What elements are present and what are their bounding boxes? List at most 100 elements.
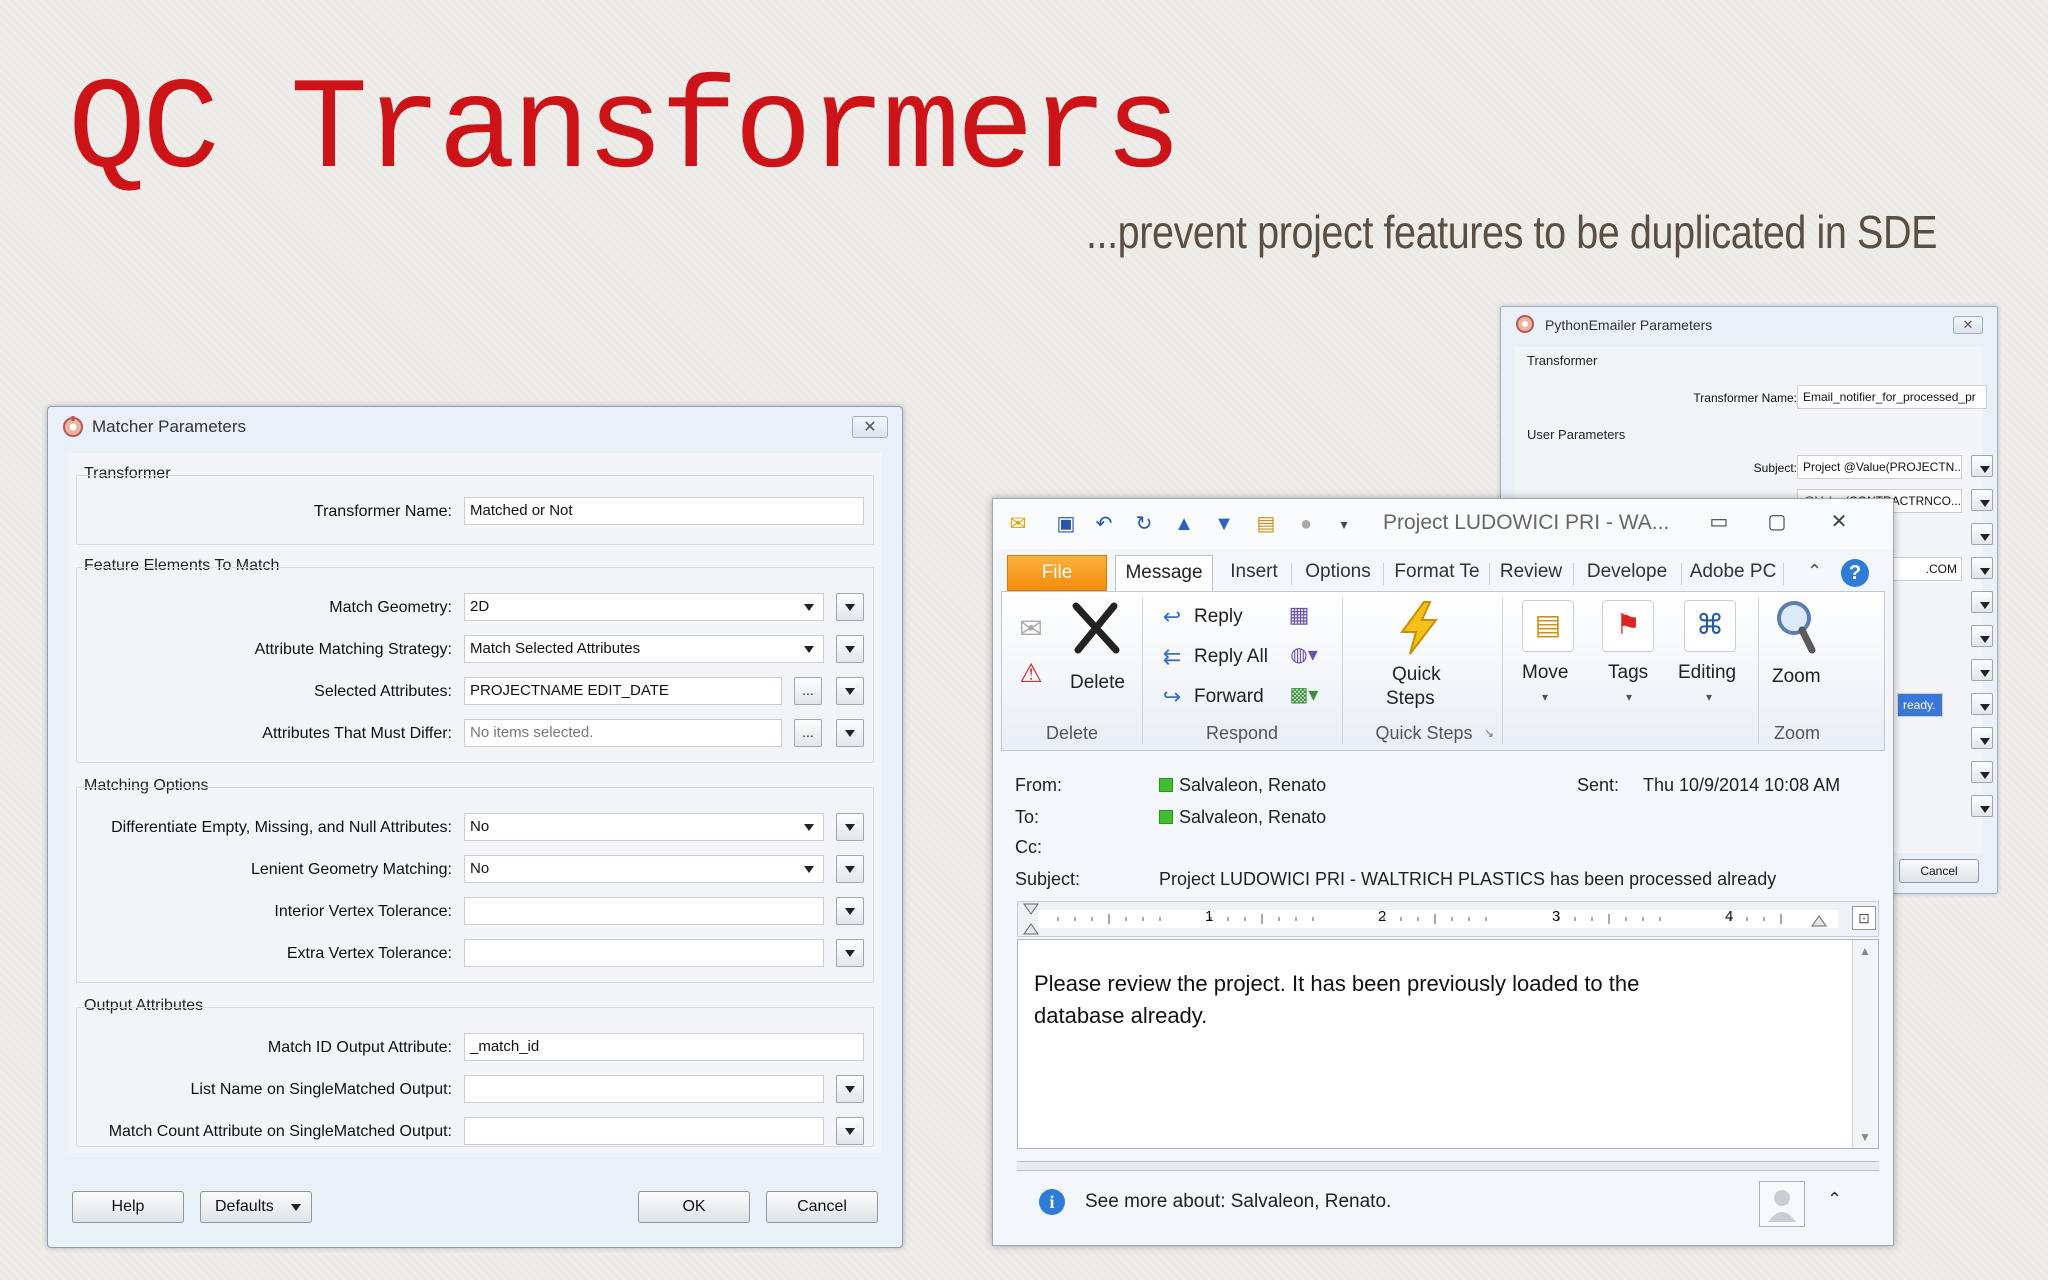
delete-button[interactable]: Delete <box>1070 672 1125 694</box>
save-icon[interactable]: ▣ <box>1055 513 1077 535</box>
avatar[interactable] <box>1759 1181 1805 1227</box>
help-button[interactable]: Help <box>72 1191 184 1223</box>
selected-attributes-options-button[interactable] <box>836 677 864 705</box>
maximize-icon[interactable]: ▢ <box>1757 509 1797 534</box>
subject-input[interactable]: Project @Value(PROJECTN... <box>1797 455 1962 479</box>
defaults-button[interactable]: Defaults <box>200 1191 312 1223</box>
binoculars-icon[interactable]: ⌘ <box>1684 600 1736 652</box>
message-body[interactable]: Please review the project. It has been p… <box>1017 939 1879 1149</box>
undo-icon[interactable]: ↶ <box>1093 513 1115 535</box>
meeting-icon[interactable]: ▦ <box>1284 602 1314 632</box>
param-input-8[interactable]: ready. <box>1897 693 1943 717</box>
close-icon[interactable]: ✕ <box>1819 509 1859 534</box>
editing-button[interactable]: Editing <box>1678 662 1736 684</box>
interior-tolerance-options-button[interactable] <box>836 897 864 925</box>
flag-icon[interactable]: ⚑ <box>1602 600 1654 652</box>
tab-options[interactable]: Options <box>1295 555 1381 591</box>
tab-format-text[interactable]: Format Te <box>1387 555 1487 591</box>
param-dropdown-button[interactable] <box>1971 761 1993 783</box>
collapse-ribbon-icon[interactable]: ⌃ <box>1807 561 1822 582</box>
list-name-input[interactable] <box>464 1075 824 1103</box>
tab-insert[interactable]: Insert <box>1219 555 1289 591</box>
selected-attributes-input[interactable]: PROJECTNAME EDIT_DATE <box>464 677 782 705</box>
lenient-geometry-options-button[interactable] <box>836 855 864 883</box>
param-dropdown-button[interactable] <box>1971 693 1993 715</box>
vertical-scrollbar[interactable]: ▲ ▼ <box>1852 940 1878 1148</box>
to-value[interactable]: Salvaleon, Renato <box>1159 807 1326 828</box>
redo-icon[interactable]: ↻ <box>1133 513 1155 535</box>
forward-button[interactable]: Forward <box>1194 686 1264 708</box>
param-dropdown-button[interactable] <box>1971 795 1993 817</box>
tab-adobe-pdf[interactable]: Adobe PC <box>1685 555 1781 591</box>
attributes-differ-input[interactable]: No items selected. <box>464 719 782 747</box>
param-dropdown-button[interactable] <box>1971 489 1993 511</box>
customize-qat-icon[interactable]: ▾ <box>1333 513 1355 535</box>
attribute-strategy-select[interactable]: Match Selected Attributes <box>464 635 824 663</box>
attributes-differ-options-button[interactable] <box>836 719 864 747</box>
param-dropdown-button[interactable] <box>1971 727 1993 749</box>
lenient-geometry-select[interactable]: No <box>464 855 824 883</box>
zoom-button[interactable]: Zoom <box>1772 666 1821 688</box>
arrow-down-icon[interactable]: ▼ <box>1213 513 1235 535</box>
match-geometry-select[interactable]: 2D <box>464 593 824 621</box>
attribute-strategy-options-button[interactable] <box>836 635 864 663</box>
param-dropdown-button[interactable] <box>1971 557 1993 579</box>
ok-button[interactable]: OK <box>638 1191 750 1223</box>
scroll-up-icon[interactable]: ▲ <box>1859 944 1871 958</box>
close-icon[interactable]: ✕ <box>1953 316 1983 334</box>
minimize-icon[interactable]: ▭ <box>1699 509 1739 534</box>
ruler-toggle-icon[interactable]: ⊡ <box>1852 906 1876 930</box>
move-button[interactable]: Move <box>1522 662 1568 684</box>
arrow-up-icon[interactable]: ▲ <box>1173 513 1195 535</box>
transformer-name-input[interactable]: Matched or Not <box>464 497 864 525</box>
list-name-options-button[interactable] <box>836 1075 864 1103</box>
match-id-input[interactable]: _match_id <box>464 1033 864 1061</box>
junk-icon[interactable]: ⚠ <box>1014 658 1048 692</box>
attributes-differ-browse-button[interactable]: ... <box>794 719 822 747</box>
differentiate-empty-options-button[interactable] <box>836 813 864 841</box>
dialog-launcher-icon[interactable]: ↘ <box>1482 726 1496 740</box>
more-respond-icon[interactable]: ▩▾ <box>1284 682 1324 712</box>
circle-icon[interactable]: ● <box>1295 513 1317 535</box>
param-dropdown-button[interactable] <box>1971 591 1993 613</box>
caret-down-icon[interactable]: ▾ <box>1622 690 1636 704</box>
extra-tolerance-options-button[interactable] <box>836 939 864 967</box>
param-dropdown-button[interactable] <box>1971 523 1993 545</box>
lightning-icon[interactable] <box>1394 600 1444 656</box>
param-dropdown-button[interactable] <box>1971 625 1993 647</box>
interior-tolerance-input[interactable] <box>464 897 824 925</box>
cancel-button[interactable]: Cancel <box>1899 859 1979 883</box>
tab-review[interactable]: Review <box>1493 555 1569 591</box>
match-geometry-options-button[interactable] <box>836 593 864 621</box>
folder-icon[interactable]: ▤ <box>1255 513 1277 535</box>
transformer-name-input[interactable]: Email_notifier_for_processed_pr <box>1797 385 1987 409</box>
delete-icon[interactable] <box>1068 600 1124 656</box>
quick-steps-label-1[interactable]: Quick <box>1392 664 1441 686</box>
help-icon[interactable]: ? <box>1841 559 1869 587</box>
im-icon[interactable]: ◍▾ <box>1284 642 1324 672</box>
tab-file[interactable]: File <box>1007 555 1107 591</box>
reply-all-button[interactable]: Reply All <box>1194 646 1268 668</box>
reply-button[interactable]: Reply <box>1194 606 1243 628</box>
tags-button[interactable]: Tags <box>1608 662 1648 684</box>
from-value[interactable]: Salvaleon, Renato <box>1159 775 1326 796</box>
close-icon[interactable]: ✕ <box>852 416 888 438</box>
differentiate-empty-select[interactable]: No <box>464 813 824 841</box>
selected-attributes-browse-button[interactable]: ... <box>794 677 822 705</box>
param-dropdown-button[interactable] <box>1971 659 1993 681</box>
tab-message[interactable]: Message <box>1115 555 1213 591</box>
caret-down-icon[interactable]: ▾ <box>1702 690 1716 704</box>
match-count-options-button[interactable] <box>836 1117 864 1145</box>
quick-steps-label-2[interactable]: Steps <box>1386 688 1435 710</box>
subject-dropdown-button[interactable] <box>1971 455 1993 477</box>
people-pane-text[interactable]: See more about: Salvaleon, Renato. <box>1085 1191 1391 1213</box>
tab-developer[interactable]: Develope <box>1577 555 1677 591</box>
match-count-input[interactable] <box>464 1117 824 1145</box>
extra-tolerance-input[interactable] <box>464 939 824 967</box>
cancel-button[interactable]: Cancel <box>766 1191 878 1223</box>
caret-down-icon[interactable]: ▾ <box>1538 690 1552 704</box>
ignore-icon[interactable]: ✉ <box>1014 612 1048 646</box>
scroll-down-icon[interactable]: ▼ <box>1859 1130 1871 1144</box>
expand-people-pane-icon[interactable]: ⌃ <box>1827 1189 1842 1210</box>
move-icon[interactable]: ▤ <box>1522 600 1574 652</box>
